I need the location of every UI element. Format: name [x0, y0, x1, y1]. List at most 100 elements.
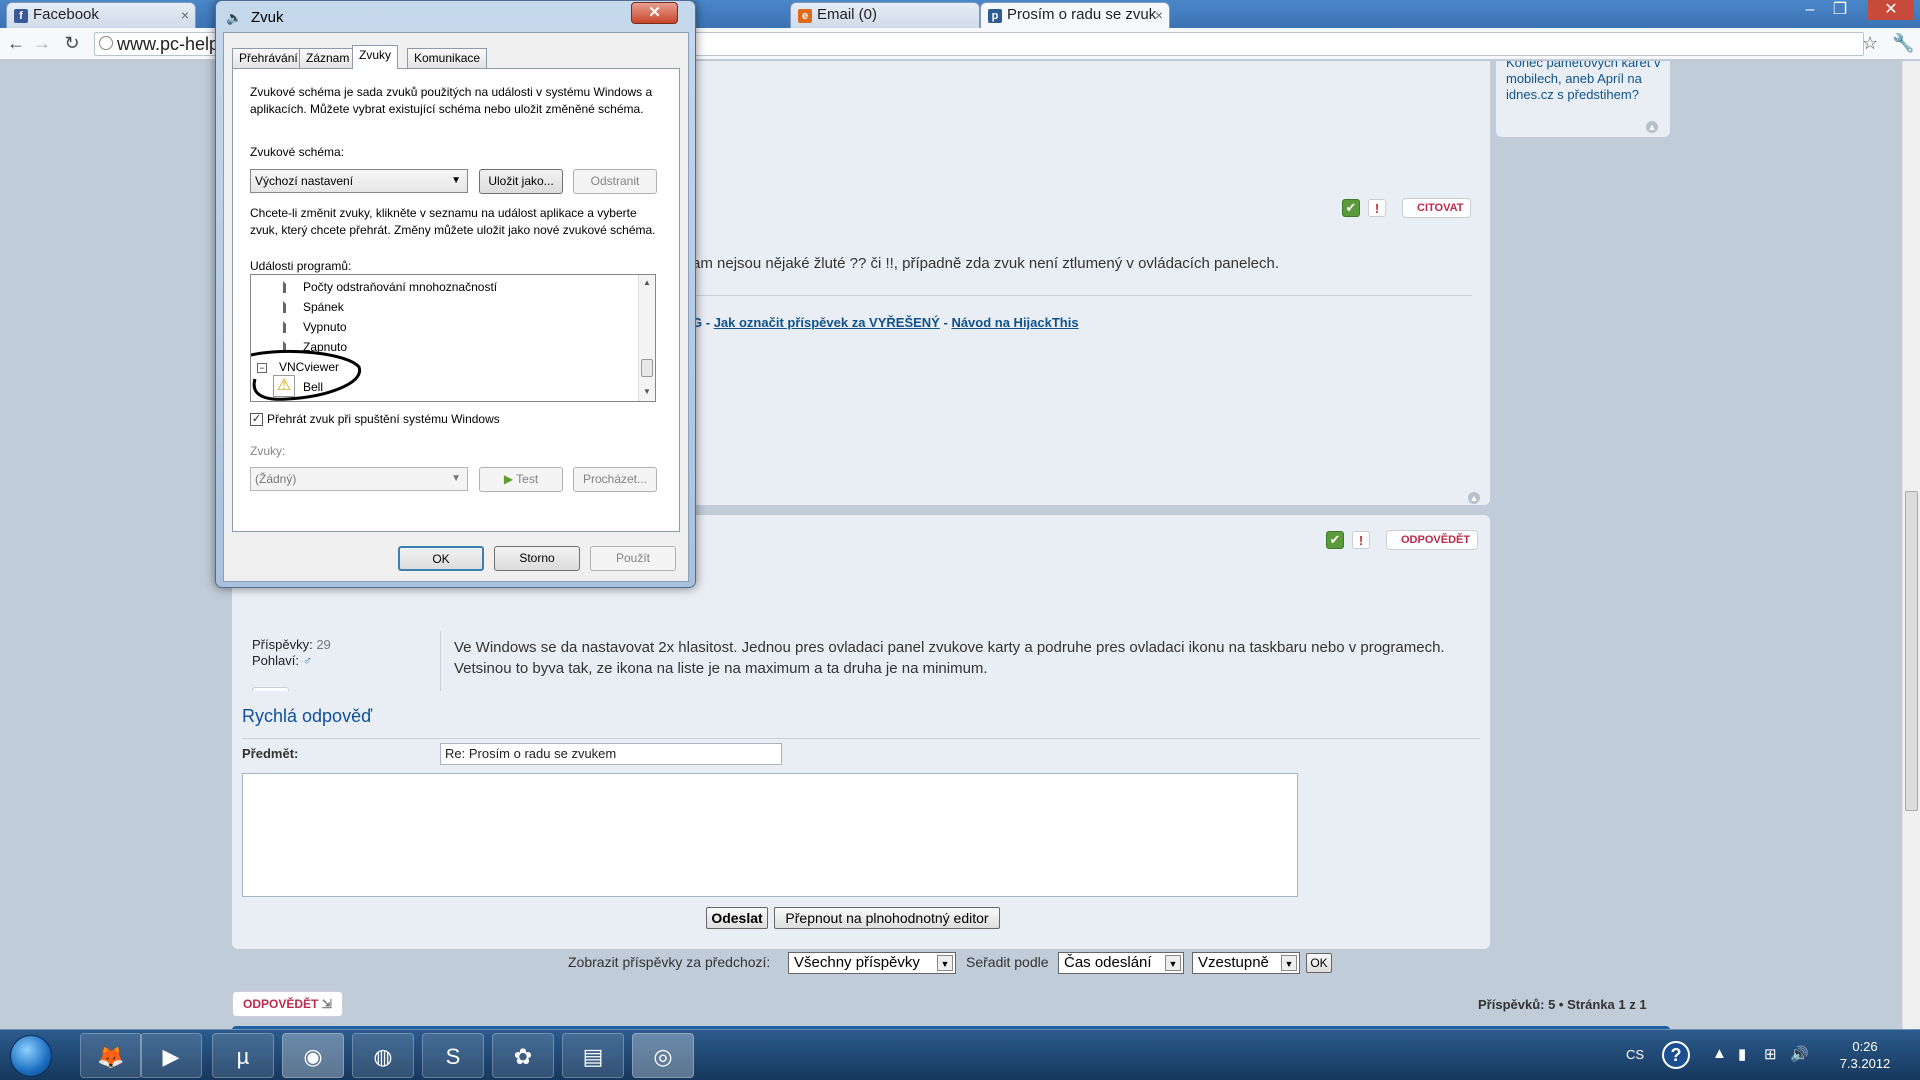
report-icon[interactable]: ! — [1368, 199, 1386, 217]
back-icon[interactable]: ← — [4, 31, 28, 55]
list-scrollbar[interactable]: ▲ ▼ — [638, 275, 655, 401]
close-icon[interactable]: ✕ — [631, 2, 678, 24]
scroll-thumb[interactable] — [641, 359, 653, 377]
volume-icon[interactable]: 🔊 — [1790, 1045, 1809, 1063]
minimize-icon[interactable]: – — [1795, 0, 1825, 20]
taskbar: 🦊 ▶ µ ◉ ◍ S ✿ ▤ ◎ CS ? ▲ ▮ ⊞ 🔊 0:26 7.3.… — [0, 1029, 1920, 1080]
tab-communications[interactable]: Komunikace — [407, 48, 488, 68]
ok-button[interactable]: OK — [398, 546, 484, 571]
back-to-top-icon[interactable]: ▲ — [1468, 492, 1480, 504]
network-icon[interactable]: ⊞ — [1764, 1045, 1777, 1063]
chevron-down-icon: ▼ — [451, 175, 461, 186]
sidebar-link[interactable]: Konec paměťových karet v mobilech, aneb … — [1506, 61, 1662, 103]
utorrent-icon[interactable]: µ — [212, 1033, 274, 1078]
list-item[interactable]: Vypnuto — [303, 320, 347, 334]
scroll-thumb[interactable] — [1905, 491, 1918, 811]
show-hidden-icons-icon[interactable]: ▲ — [1712, 1045, 1727, 1062]
start-button[interactable] — [10, 1035, 52, 1077]
post-text: Ve Windows se da nastavovat 2x hlasitost… — [454, 639, 1445, 677]
send-button[interactable]: Odeslat — [706, 907, 768, 929]
test-button[interactable]: ▶ Test — [479, 467, 563, 492]
url-text: www.pc-help — [117, 34, 220, 54]
tab-email[interactable]: e Email (0) — [790, 2, 980, 28]
list-item[interactable]: Počty odstraňování mnohoznačností — [303, 280, 497, 294]
bottom-reply-button[interactable]: ODPOVĚDĚT ⇲ — [232, 991, 343, 1017]
sort-select[interactable]: Čas odeslání ▼ — [1058, 952, 1184, 974]
tab-label: Facebook — [33, 6, 99, 23]
author-posts: Příspěvky: 29 — [252, 637, 331, 652]
save-as-button[interactable]: Uložit jako... — [479, 169, 563, 194]
full-editor-button[interactable]: Přepnout na plnohodnotný editor — [774, 907, 1000, 929]
scheme-label: Zvukové schéma: — [250, 145, 345, 159]
maximize-icon[interactable]: ❐ — [1825, 0, 1855, 20]
reply-button[interactable]: ODPOVĚDĚT — [1386, 530, 1479, 550]
pagination-info: Příspěvků: 5 • Stránka 1 z 1 — [1478, 997, 1647, 1012]
chrome-icon[interactable]: ◍ — [352, 1033, 414, 1078]
show-posts-select[interactable]: Všechny příspěvky ▼ — [788, 952, 956, 974]
tab-recording[interactable]: Záznam — [299, 48, 357, 68]
wrench-icon[interactable]: 🔧 — [1892, 33, 1914, 54]
signature-divider — [692, 295, 1472, 296]
app-icon[interactable]: ◉ — [282, 1033, 344, 1078]
subject-input[interactable]: Re: Prosím o radu se zvukem — [440, 743, 782, 765]
title-divider — [242, 738, 1480, 739]
media-player-icon[interactable]: ▶ — [140, 1033, 202, 1078]
tab-facebook[interactable]: f Facebook × — [6, 2, 196, 28]
tab-forum[interactable]: p Prosím o radu se zvuk × — [980, 2, 1170, 28]
app-icon[interactable]: ✿ — [492, 1033, 554, 1078]
cancel-button[interactable]: Storno — [494, 546, 580, 571]
tab-label: Email (0) — [817, 6, 878, 23]
firefox-icon[interactable]: 🦊 — [80, 1033, 142, 1078]
startup-sound-checkbox[interactable]: ✓ — [250, 413, 263, 426]
check-icon[interactable]: ✔ — [1326, 531, 1344, 549]
speaker-icon — [283, 301, 293, 313]
browse-button[interactable]: Procházet... — [573, 467, 657, 492]
reload-icon[interactable]: ↻ — [60, 31, 84, 55]
apply-button[interactable]: Použít — [590, 546, 676, 571]
filter-ok-button[interactable]: OK — [1306, 953, 1332, 973]
control-panel-icon[interactable]: ▤ — [562, 1033, 624, 1078]
signature-link-hijackthis[interactable]: Návod na HijackThis — [951, 315, 1078, 330]
scheme-select[interactable]: Výchozí nastavení ▼ — [250, 169, 468, 193]
check-icon[interactable]: ✔ — [1342, 199, 1360, 217]
list-item[interactable]: Spánek — [303, 300, 344, 314]
close-icon[interactable]: × — [1155, 3, 1163, 27]
scroll-up-icon[interactable]: ▲ — [643, 278, 651, 287]
remove-button[interactable]: Odstranit — [573, 169, 657, 194]
sound-icon[interactable]: ◎ — [632, 1033, 694, 1078]
page-scrollbar[interactable] — [1902, 61, 1920, 1029]
tab-playback[interactable]: Přehrávání — [232, 48, 305, 68]
order-select[interactable]: Vzestupně ▼ — [1192, 952, 1300, 974]
sounds-select[interactable]: (Žádný) ▼ — [250, 467, 468, 491]
play-icon: ▶ — [503, 472, 514, 486]
chevron-down-icon: ▼ — [937, 955, 953, 971]
author-gender: Pohlaví: ♂ — [252, 653, 313, 668]
star-icon[interactable]: ☆ — [1862, 33, 1878, 54]
message-textarea[interactable] — [242, 773, 1298, 897]
subject-label: Předmět: — [242, 746, 299, 761]
scroll-down-icon[interactable]: ▼ — [643, 387, 651, 396]
program-events-list[interactable]: Počty odstraňování mnohoznačností Spánek… — [250, 274, 656, 402]
quick-reply-title: Rychlá odpověď — [242, 706, 373, 726]
close-window-icon[interactable]: ✕ — [1868, 0, 1914, 20]
sounds-label: Zvuky: — [250, 444, 286, 458]
scheme-description: Zvukové schéma je sada zvuků použitých n… — [250, 85, 653, 116]
clock[interactable]: 0:26 7.3.2012 — [1830, 1038, 1900, 1072]
show-posts-label: Zobrazit příspěvky za předchozí: — [568, 954, 771, 970]
signature-link-solved[interactable]: Jak označit příspěvek za VYŘEŠENÝ — [714, 315, 940, 330]
arrow-icon: ⇲ — [321, 997, 332, 1011]
report-icon[interactable]: ! — [1352, 531, 1370, 549]
speaker-icon — [283, 321, 293, 333]
language-indicator[interactable]: CS — [1626, 1047, 1644, 1062]
tab-sounds[interactable]: Zvuky — [352, 45, 399, 69]
device-icon[interactable]: ▮ — [1738, 1045, 1746, 1063]
help-icon[interactable]: ? — [1662, 1041, 1690, 1069]
startup-sound-label: Přehrát zvuk při spuštění systému Window… — [267, 412, 500, 426]
skype-icon[interactable]: S — [422, 1033, 484, 1078]
close-icon[interactable]: × — [181, 3, 189, 27]
quote-button[interactable]: CITOVAT — [1402, 198, 1472, 218]
dialog-title: Zvuk — [251, 9, 284, 26]
back-to-top-icon[interactable]: ▲ — [1646, 121, 1658, 133]
forward-icon[interactable]: → — [30, 31, 54, 55]
sidebar-box: Konec paměťových karet v mobilech, aneb … — [1496, 61, 1670, 137]
